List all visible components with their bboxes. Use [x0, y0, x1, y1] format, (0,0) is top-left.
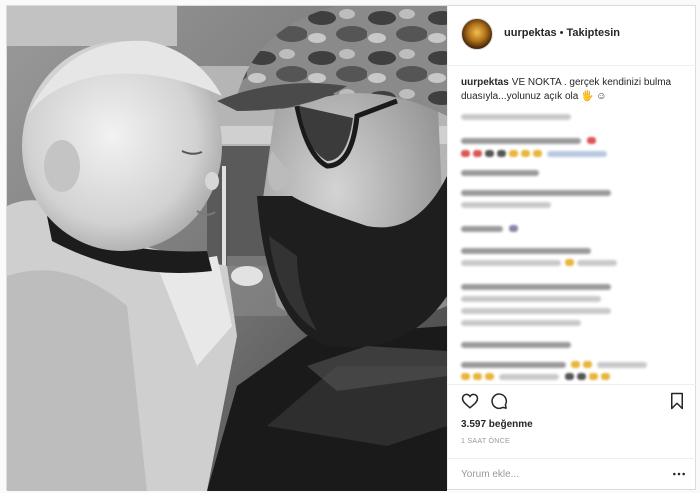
blurred-comment-line: [577, 260, 617, 266]
action-bar: [448, 384, 696, 414]
blurred-comment-line: [461, 170, 539, 176]
blurred-comment-line: [461, 260, 561, 266]
post-photo-image: [7, 6, 447, 491]
post-timestamp[interactable]: 1 SAAT ÖNCE: [461, 438, 510, 445]
blurred-emoji: [533, 150, 542, 157]
comment-input[interactable]: [461, 467, 661, 481]
username-link[interactable]: uurpektas: [504, 27, 557, 39]
blurred-comment-line: [461, 190, 611, 196]
blurred-comment-line: [597, 362, 647, 368]
instagram-post: uurpektas • Takiptesin uurpektas VE NOKTA .…: [6, 5, 696, 491]
bookmark-icon[interactable]: [668, 392, 686, 410]
blurred-emoji: [583, 361, 592, 368]
blurred-comment-line: [461, 296, 601, 302]
speech-bubble-icon[interactable]: [490, 392, 508, 410]
blurred-comment-line: [461, 320, 581, 326]
blurred-emoji: [601, 373, 610, 380]
blurred-comment-line: [461, 362, 566, 368]
heart-icon[interactable]: [461, 392, 479, 410]
avatar[interactable]: [461, 18, 493, 50]
comment-form: [448, 458, 696, 489]
blurred-emoji: [589, 373, 598, 380]
blurred-emoji: [565, 259, 574, 266]
separator-dot: •: [559, 27, 564, 39]
blurred-comment-line: [461, 226, 503, 232]
blurred-emoji: [473, 373, 482, 380]
post-sidebar: uurpektas • Takiptesin uurpektas VE NOKTA .…: [447, 6, 696, 489]
blurred-comment-line: [547, 151, 607, 157]
blurred-emoji: [587, 137, 596, 144]
blurred-emoji: [509, 150, 518, 157]
post-caption: uurpektas VE NOKTA . gerçek kendinizi bul…: [461, 76, 685, 104]
more-options-icon[interactable]: [672, 468, 686, 480]
blurred-emoji: [497, 150, 506, 157]
blurred-emoji: [571, 361, 580, 368]
header-text: uurpektas • Takiptesin: [504, 27, 620, 39]
blurred-comment-line: [461, 202, 551, 208]
blurred-emoji: [473, 150, 482, 157]
caption-username[interactable]: uurpektas: [461, 77, 509, 88]
likes-count[interactable]: 3.597 beğenme: [461, 419, 533, 430]
blurred-comment-line: [461, 342, 571, 348]
blurred-emoji: [485, 150, 494, 157]
blurred-emoji: [485, 373, 494, 380]
blurred-comment-line: [461, 138, 581, 144]
blurred-emoji: [577, 373, 586, 380]
blurred-emoji: [521, 150, 530, 157]
blurred-comment-line: [461, 284, 611, 290]
blurred-emoji: [461, 373, 470, 380]
blurred-emoji: [509, 225, 518, 232]
blurred-comment-line: [499, 374, 559, 380]
blurred-comment-line: [461, 248, 591, 254]
blurred-comment-line: [461, 114, 571, 120]
blurred-emoji: [565, 373, 574, 380]
post-header: uurpektas • Takiptesin: [448, 6, 696, 66]
post-photo[interactable]: [7, 6, 447, 491]
follow-status[interactable]: Takiptesin: [566, 27, 620, 39]
blurred-emoji: [461, 150, 470, 157]
blurred-comment-line: [461, 308, 611, 314]
